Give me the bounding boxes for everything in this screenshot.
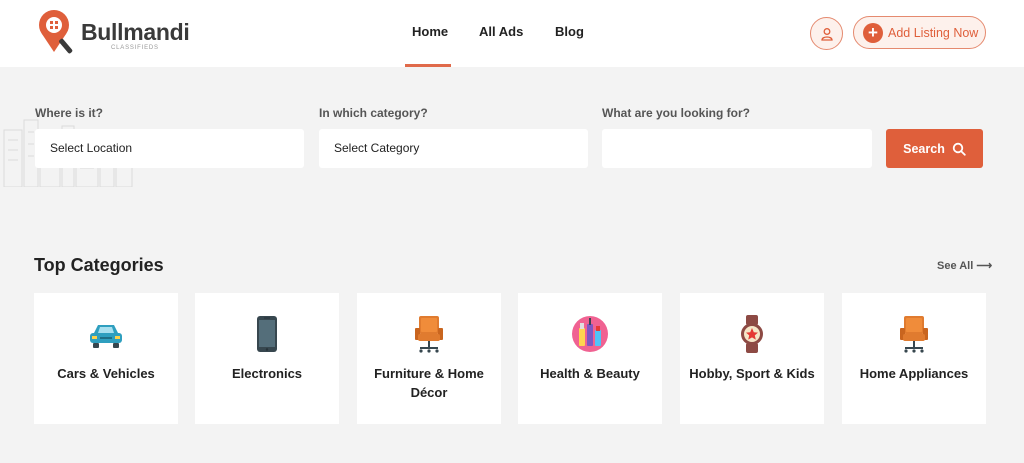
category-card-furniture[interactable]: Furniture & Home Décor [357, 293, 501, 424]
arrow-right-icon: ⟶ [976, 260, 993, 272]
category-label: Furniture & Home Décor [374, 366, 484, 400]
search-button-label: Search [903, 141, 945, 156]
plus-icon: + [863, 22, 883, 43]
category-label: Hobby, Sport & Kids [689, 366, 815, 381]
add-listing-button[interactable]: + Add Listing Now [853, 16, 986, 49]
location-select[interactable]: Select Location [35, 129, 304, 168]
add-listing-label: Add Listing Now [888, 25, 979, 40]
armchair-icon [900, 316, 928, 353]
user-icon [820, 27, 833, 41]
category-card-hobby-sport-kids[interactable]: Hobby, Sport & Kids [680, 293, 824, 424]
category-card-health-beauty[interactable]: Health & Beauty [518, 293, 662, 424]
search-button[interactable]: Search [886, 129, 983, 168]
logo-subtitle: CLASSIFIEDS [111, 45, 159, 51]
category-label: Health & Beauty [540, 366, 640, 381]
smartphone-icon [257, 316, 277, 352]
category-card-home-appliances[interactable]: Home Appliances [842, 293, 986, 424]
category-label: Electronics [231, 366, 303, 381]
see-all-label: See All [937, 260, 974, 272]
active-nav-indicator [405, 64, 451, 67]
logo-pin-icon [39, 10, 73, 54]
armchair-icon [415, 316, 443, 353]
nav-home[interactable]: Home [412, 24, 448, 39]
category-label: Home Appliances [859, 366, 969, 381]
category-select[interactable]: Select Category [319, 129, 588, 168]
keyword-label: What are you looking for? [602, 106, 751, 120]
logo-text: Bullmandi [81, 19, 190, 45]
user-account-button[interactable] [810, 17, 843, 50]
car-icon [90, 325, 122, 348]
nav-all-ads[interactable]: All Ads [479, 24, 523, 39]
section-title: Top Categories [34, 255, 164, 275]
cosmetics-icon [572, 316, 608, 352]
keyword-input[interactable] [602, 129, 872, 168]
site-header: Bullmandi CLASSIFIEDS Home All Ads Blog … [0, 0, 1024, 67]
see-all-link[interactable]: See All ⟶ [937, 259, 992, 272]
category-label: In which category? [319, 106, 428, 120]
logo[interactable]: Bullmandi CLASSIFIEDS [36, 8, 196, 58]
category-label: Cars & Vehicles [57, 366, 155, 381]
category-card-cars[interactable]: Cars & Vehicles [34, 293, 178, 424]
watch-icon [741, 315, 763, 353]
search-icon [952, 142, 966, 156]
location-label: Where is it? [35, 106, 104, 120]
nav-blog[interactable]: Blog [555, 24, 584, 39]
category-card-electronics[interactable]: Electronics [195, 293, 339, 424]
